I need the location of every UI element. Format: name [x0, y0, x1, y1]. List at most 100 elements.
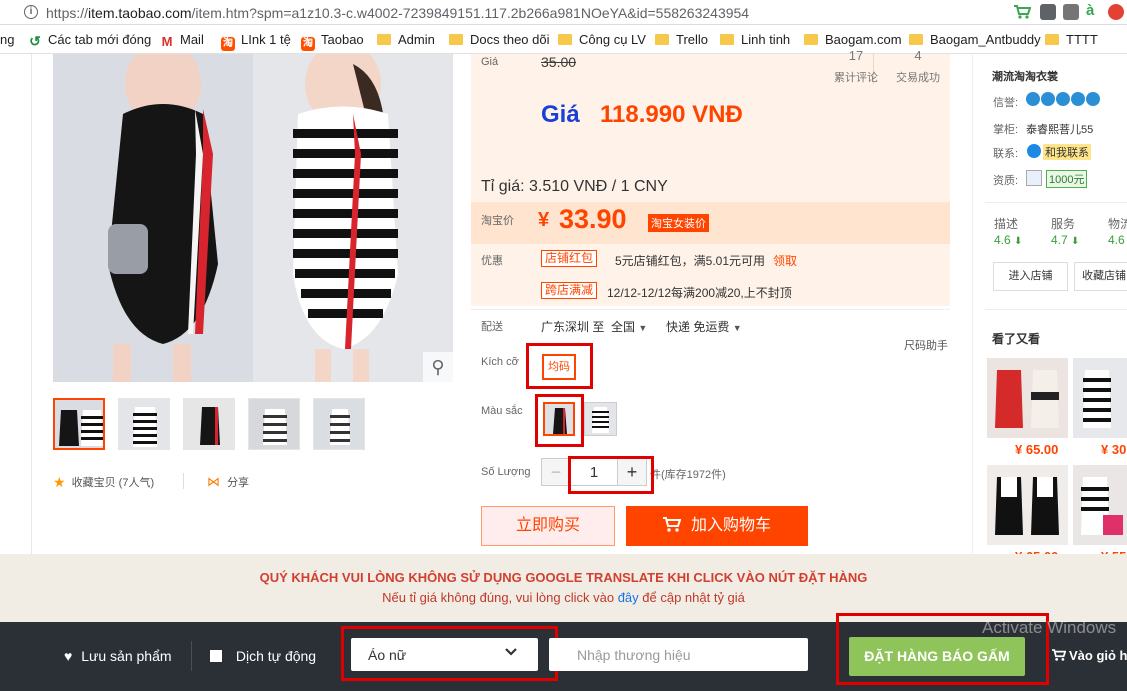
translate-extension-icon[interactable]: [1063, 4, 1079, 20]
bookmark-folder-trello[interactable]: Trello: [655, 32, 708, 47]
cart-icon: [662, 509, 682, 549]
contact-link[interactable]: 和我联系: [1043, 144, 1091, 160]
notice-warning: QUÝ KHÁCH VUI LÒNG KHÔNG SỬ DỤNG GOOGLE …: [259, 570, 868, 585]
enter-shop-button[interactable]: 进入店铺: [993, 262, 1068, 291]
collect-shop-label: 收藏店铺: [1082, 270, 1126, 282]
notice-rate-line: Nếu tỉ giá không đúng, vui lòng click và…: [0, 590, 1127, 605]
collect-shop-button[interactable]: 收藏店铺: [1074, 262, 1127, 291]
folder-icon: [449, 34, 463, 45]
thumbnail-3[interactable]: [183, 398, 235, 450]
bookmark-folder-baogam[interactable]: Baogam.com: [804, 32, 902, 47]
shop-coupon-tag: 店铺红包: [541, 250, 598, 267]
caret-down-icon: ▼: [732, 323, 742, 333]
also-viewed-item-4[interactable]: [1073, 465, 1127, 545]
buy-now-label: 立即购买: [515, 517, 580, 534]
claim-coupon-link[interactable]: 领取: [773, 252, 797, 269]
size-helper-link[interactable]: 尺码助手: [904, 337, 948, 353]
add-to-cart-button[interactable]: 加入购物车: [626, 506, 808, 546]
bookmark-folder-tools[interactable]: Công cụ LV: [558, 32, 646, 47]
thumbnail-5[interactable]: [313, 398, 365, 450]
go-to-cart-link[interactable]: Vào giỏ hàng: [1052, 648, 1127, 665]
bookmark-folder-misc[interactable]: Linh tinh: [720, 32, 790, 47]
yuan-symbol: ¥: [538, 209, 550, 231]
rating-logistics-value: 4.6: [1108, 233, 1125, 247]
size-label: Kích cỡ: [481, 356, 519, 368]
red-extension-icon[interactable]: [1108, 4, 1124, 20]
bookmark-item[interactable]: ng: [0, 32, 14, 47]
bookmark-taobao[interactable]: 淘 Taobao: [301, 32, 364, 51]
divider: [985, 202, 1127, 203]
shipping-method-text: 快递 免运费: [666, 320, 730, 334]
trades-count: 4: [914, 48, 922, 63]
update-rate-link[interactable]: đây: [618, 590, 639, 605]
thumbnail-4[interactable]: [248, 398, 300, 450]
bookmark-link[interactable]: 淘 LInk 1 tệ: [221, 32, 291, 51]
product-main-image[interactable]: [53, 54, 453, 382]
price-tag-badge: 淘宝女装价: [648, 214, 709, 232]
bookmark-mail[interactable]: M Mail: [160, 32, 204, 49]
bookmark-folder-admin[interactable]: Admin: [377, 32, 435, 47]
original-price: 35.00: [541, 54, 577, 70]
highlight-box-size: [526, 343, 593, 389]
a-extension-icon[interactable]: à: [1086, 3, 1102, 20]
shield-extension-icon[interactable]: [1040, 4, 1056, 20]
shop-name[interactable]: 潮流淘淘衣裳: [992, 68, 1058, 84]
folder-icon: [1045, 34, 1059, 45]
bookmark-folder-docs[interactable]: Docs theo dõi: [449, 32, 550, 47]
favorite-item-link[interactable]: ★ 收藏宝贝 (7人气): [53, 474, 154, 491]
save-product-label: Lưu sản phẩm: [81, 648, 172, 664]
url-path: /item.htm?spm=a1z10.3-c.w4002-7239849151…: [191, 5, 750, 21]
folder-icon: [655, 34, 669, 45]
credit-crowns: [1026, 92, 1100, 109]
rating-service-value: 4.7: [1051, 233, 1068, 247]
rating-description-value: 4.6: [994, 233, 1011, 247]
shipping-destination[interactable]: 全国 ▼: [611, 318, 647, 335]
keeper-label: 掌柜:: [993, 124, 1019, 136]
site-info-icon[interactable]: i: [24, 5, 38, 19]
auto-translate-toggle[interactable]: Dịch tự động: [210, 648, 316, 664]
color-option-stripe[interactable]: [584, 402, 617, 436]
taobao-icon: 淘: [221, 37, 235, 51]
rating-description: 4.6 ⬇: [994, 233, 1022, 247]
auto-translate-label: Dịch tự động: [235, 648, 317, 664]
taobao-price-label: 淘宝价: [481, 215, 514, 227]
share-link[interactable]: ⋈ 分享: [207, 474, 249, 490]
also-viewed-item-1[interactable]: [987, 358, 1068, 438]
id-card-icon: [1026, 170, 1042, 186]
thumbnail-2[interactable]: [118, 398, 170, 450]
bookmark-folder-antbuddy[interactable]: Baogam_Antbuddy: [909, 32, 1041, 47]
history-icon: ↺: [29, 33, 41, 49]
brand-input[interactable]: [549, 638, 808, 671]
also-viewed-item-2[interactable]: [1073, 358, 1127, 438]
zoom-icon[interactable]: ⚲: [423, 352, 453, 382]
vnd-price-label: Giá: [541, 101, 580, 128]
url-scheme: https://: [46, 5, 89, 21]
shipping-method[interactable]: 快递 免运费 ▼: [666, 318, 742, 335]
windows-watermark: Activate Windows: [982, 618, 1117, 637]
thumbnail-1[interactable]: [53, 398, 105, 450]
notice-rate-text-end: để cập nhật tỷ giá: [642, 590, 745, 605]
also-viewed-item-3[interactable]: [987, 465, 1068, 545]
cart-extension-icon[interactable]: [1013, 4, 1032, 20]
bookmark-folder-tttt[interactable]: TTTT: [1045, 32, 1098, 47]
reviews-label[interactable]: 累计评论: [834, 69, 878, 85]
url-field[interactable]: https://item.taobao.com/item.htm?spm=a1z…: [46, 5, 749, 21]
buy-now-button[interactable]: 立即购买: [481, 506, 615, 546]
share-label: 分享: [227, 477, 250, 489]
caret-down-icon: ▼: [638, 323, 648, 333]
quantity-label: Số Lượng: [481, 466, 531, 478]
also-viewed-title: 看了又看: [992, 332, 1041, 346]
quantity-decrement-button[interactable]: −: [541, 458, 571, 486]
folder-icon: [558, 34, 572, 45]
also-viewed-price-2: ¥ 30.9: [1101, 442, 1127, 457]
save-product-button[interactable]: ♥ Lưu sản phẩm: [64, 648, 172, 664]
taobao-icon: 淘: [301, 37, 315, 51]
keeper-value[interactable]: 泰睿熙菩儿55: [1026, 121, 1093, 137]
gmail-icon: M: [161, 34, 173, 49]
cart-icon: [1052, 649, 1067, 665]
address-bar: i https://item.taobao.com/item.htm?spm=a…: [0, 0, 1127, 25]
bookmark-recent-tabs[interactable]: ↺ Các tab mới đóng: [28, 32, 151, 48]
highlight-box-category: [341, 626, 558, 681]
divider: [985, 309, 1127, 310]
divider: [471, 309, 950, 310]
